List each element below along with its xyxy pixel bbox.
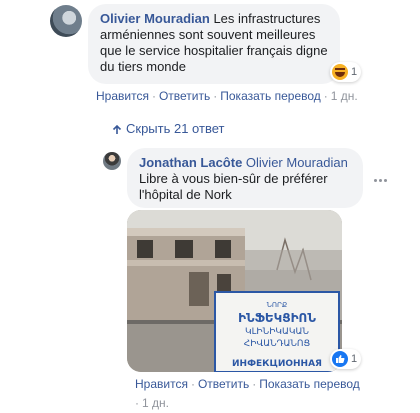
comment-bubble: Olivier Mouradian Les infrastructures ar… bbox=[88, 4, 340, 84]
arrow-up-icon bbox=[112, 124, 122, 134]
separator: · bbox=[323, 89, 328, 103]
reaction-count: 1 bbox=[351, 66, 358, 78]
timestamp[interactable]: 1 дн. bbox=[331, 89, 358, 103]
comment-actions: Нравится · Ответить · Показать перевод · 1 дн. bbox=[96, 89, 358, 103]
reply-actions: Нравится · Ответить · Показать перевод · 1 дн. bbox=[135, 375, 375, 413]
reply-bubble: Jonathan Lacôte Olivier Mouradian Libre … bbox=[127, 148, 363, 208]
reaction-summary[interactable]: 1 bbox=[330, 62, 362, 82]
reply-photo[interactable]: ՆՈՐՔ ԻՆՖԵԿՑԻՈՆ ԿԼԻՆԻԿԱԿԱՆ ՀԻՎԱՆԴԱՆՈՑ ИНФ… bbox=[127, 210, 342, 372]
more-options-icon[interactable] bbox=[374, 170, 390, 182]
reaction-count: 1 bbox=[351, 353, 358, 365]
translate-link[interactable]: Показать перевод bbox=[259, 377, 360, 391]
like-icon bbox=[332, 351, 348, 367]
separator: · bbox=[213, 89, 218, 103]
like-link[interactable]: Нравится bbox=[96, 89, 149, 103]
sign-line-3: ԿԼԻՆԻԿԱԿԱՆ bbox=[245, 327, 309, 337]
separator: · bbox=[252, 377, 257, 391]
comment-author[interactable]: Olivier Mouradian bbox=[100, 11, 210, 26]
reply-link[interactable]: Ответить bbox=[159, 89, 210, 103]
sign-line-4: ՀԻՎԱՆԴԱՆՈՑ bbox=[244, 339, 311, 349]
avatar[interactable] bbox=[103, 152, 121, 170]
reply-link[interactable]: Ответить bbox=[198, 377, 249, 391]
reply-mention[interactable]: Olivier Mouradian bbox=[246, 155, 348, 170]
separator: · bbox=[190, 377, 195, 391]
avatar[interactable] bbox=[50, 5, 82, 37]
hide-replies-label: Скрыть 21 ответ bbox=[126, 121, 225, 136]
translate-link[interactable]: Показать перевод bbox=[220, 89, 321, 103]
sign-line-1: ՆՈՐՔ bbox=[267, 301, 287, 309]
separator: · bbox=[151, 89, 156, 103]
hospital-photo-image: ՆՈՐՔ ԻՆՖԵԿՑԻՈՆ ԿԼԻՆԻԿԱԿԱՆ ՀԻՎԱՆԴԱՆՈՑ ИНФ… bbox=[127, 210, 342, 372]
like-link[interactable]: Нравится bbox=[135, 377, 188, 391]
sign-line-5: ИНФЕКЦИОННАЯ bbox=[232, 359, 322, 369]
sign-line-2: ԻՆՖԵԿՑԻՈՆ bbox=[238, 311, 316, 325]
reply-author[interactable]: Jonathan Lacôte bbox=[139, 155, 242, 170]
reaction-summary[interactable]: 1 bbox=[330, 349, 362, 369]
haha-icon bbox=[332, 64, 348, 80]
hide-replies-link[interactable]: Скрыть 21 ответ bbox=[112, 121, 224, 136]
reply-text: Libre à vous bien-sûr de préférer l'hôpi… bbox=[139, 171, 328, 202]
